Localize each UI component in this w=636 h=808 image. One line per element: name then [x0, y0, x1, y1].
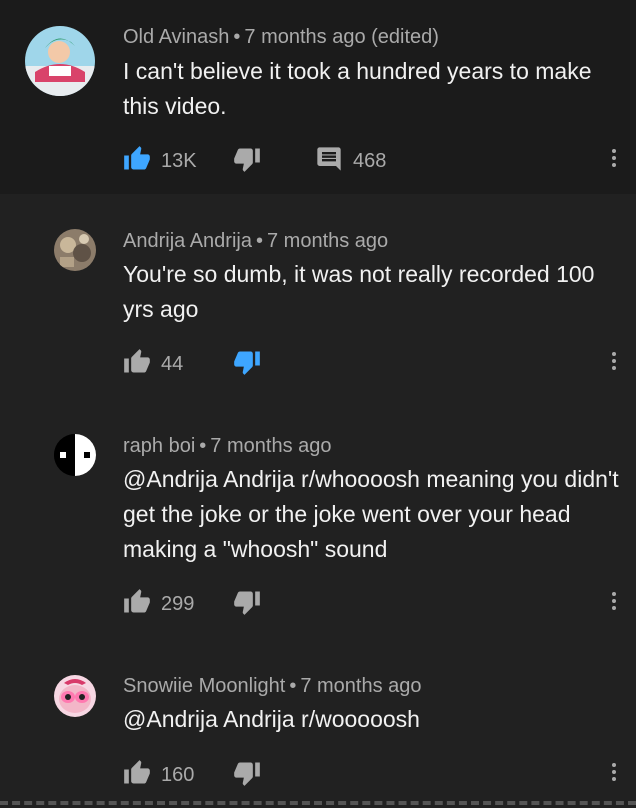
timestamp[interactable]: 7 months ago	[300, 675, 421, 697]
comment-text: @Andrija Andrija r/wooooosh	[123, 706, 420, 732]
more-vert-icon[interactable]	[604, 349, 624, 379]
more-vert-icon[interactable]	[604, 760, 624, 790]
avatar[interactable]	[25, 26, 95, 96]
page-bottom-divider	[0, 801, 636, 805]
comment-meta: Andrija Andrija • 7 months ago	[123, 230, 388, 253]
thumb-up-icon	[123, 348, 151, 381]
like-count: 13K	[161, 149, 197, 172]
comment-text: @Andrija Andrija r/whoooosh meaning you …	[123, 466, 619, 562]
comment-icon	[315, 145, 343, 178]
comment-meta: Snowiie Moonlight • 7 months ago	[123, 675, 422, 698]
thumb-down-icon	[233, 348, 261, 381]
meta-separator: •	[255, 230, 263, 252]
dislike-button[interactable]	[233, 589, 261, 619]
comment-item: Old Avinash • 7 months ago (edited) I can'…	[0, 0, 636, 194]
thumb-up-icon	[123, 145, 151, 178]
thumb-up-icon	[123, 759, 151, 792]
avatar[interactable]	[54, 229, 96, 271]
comment-text: You're so dumb, it was not really record…	[123, 261, 595, 322]
meta-separator: •	[233, 26, 241, 48]
author-name[interactable]: Andrija Andrija	[123, 230, 252, 252]
thumb-down-icon	[233, 145, 261, 178]
dislike-button[interactable]	[233, 760, 261, 790]
reply-button[interactable]: 468	[315, 146, 386, 176]
like-button[interactable]: 160	[123, 759, 195, 792]
like-button[interactable]: 44	[123, 348, 184, 381]
comment-text: I can't believe it took a hundred years …	[123, 58, 592, 119]
timestamp[interactable]: 7 months ago	[210, 435, 331, 457]
author-name[interactable]: Old Avinash	[123, 26, 229, 48]
more-vert-icon[interactable]	[604, 589, 624, 619]
like-count: 299	[161, 592, 195, 615]
meta-separator: •	[199, 435, 207, 457]
like-button[interactable]: 299	[123, 588, 195, 621]
like-count: 44	[161, 352, 184, 375]
thumb-down-icon	[233, 588, 261, 621]
dislike-button[interactable]	[233, 146, 261, 176]
thumb-up-icon	[123, 588, 151, 621]
avatar[interactable]	[54, 675, 96, 717]
avatar[interactable]	[54, 434, 96, 476]
comment-meta: Old Avinash • 7 months ago (edited)	[123, 26, 439, 49]
like-button[interactable]: 13K	[123, 145, 197, 178]
more-vert-icon[interactable]	[604, 146, 624, 176]
comment-meta: raph boi • 7 months ago	[123, 435, 332, 458]
thumb-down-icon	[233, 759, 261, 792]
dislike-button[interactable]	[233, 349, 261, 379]
meta-separator: •	[289, 675, 297, 697]
author-name[interactable]: raph boi	[123, 435, 195, 457]
timestamp[interactable]: 7 months ago (edited)	[244, 26, 439, 48]
author-name[interactable]: Snowiie Moonlight	[123, 675, 285, 697]
reply-count: 468	[353, 149, 387, 172]
timestamp[interactable]: 7 months ago	[267, 230, 388, 252]
like-count: 160	[161, 763, 195, 786]
